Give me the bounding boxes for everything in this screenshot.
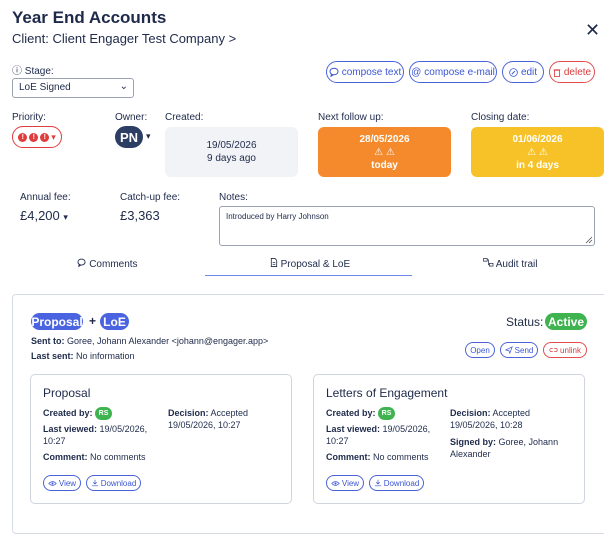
active-tab-indicator [205,275,412,276]
notes-textarea[interactable]: Introduced by Harry Johnson [219,206,595,246]
loe-download-button[interactable]: Download [369,475,424,491]
status-badge: Active [545,313,587,330]
edit-button[interactable]: edit [502,61,544,83]
document-icon [270,258,277,267]
owner-label: Owner: [115,112,148,123]
chevron-right-icon: > [228,31,237,46]
created-relative: 9 days ago [207,153,256,164]
client-prefix: Client: [12,31,49,46]
proposal-doc-title: Proposal [43,386,91,400]
proposal-comment: Comment: No comments [43,452,146,462]
client-link[interactable]: Client: Client Engager Test Company > [12,31,236,46]
proposal-tag: Proposal [31,313,83,330]
plus-sign: + [89,314,97,328]
tab-audit-trail[interactable]: Audit trail [470,258,550,270]
at-icon: @ [411,66,422,78]
priority-dot-icon: ! [18,132,28,142]
stage-select[interactable]: LoE Signed ⌄ [12,78,134,98]
next-follow-up-card[interactable]: 28/05/2026 ⚠ ⚠ today [318,127,451,177]
flow-icon [482,258,493,267]
tab-comments[interactable]: Comments [60,258,155,270]
download-icon [91,479,98,487]
creator-avatar: RS [95,407,113,420]
sent-to: Sent to: Goree, Johann Alexander <johann… [31,336,269,346]
priority-select[interactable]: ! ! ! ▾ [12,126,62,148]
warning-icon: ⚠ ⚠ [527,146,548,158]
proposal-last-viewed: Last viewed: 19/05/2026, 10:27 [43,424,148,446]
loe-signed-by: Signed by: Goree, Johann Alexander [450,437,559,459]
closing-date-card[interactable]: 01/06/2026 ⚠ ⚠ in 4 days [471,127,604,177]
notes-label: Notes: [219,192,248,203]
trash-icon [553,68,561,77]
created-date: 19/05/2026 [206,140,257,151]
chevron-down-icon: ⌄ [119,81,128,92]
priority-dot-icon: ! [29,132,39,142]
loe-last-viewed: Last viewed: 19/05/2026, 10:27 [326,424,431,446]
chevron-down-icon: ▾ [51,131,56,142]
closing-date-value: 01/06/2026 [512,133,563,145]
follow-up-date: 28/05/2026 [359,133,410,145]
send-button[interactable]: Send [500,342,538,358]
pencil-icon [509,67,518,77]
stage-label: ⓘ Stage: [12,66,54,77]
client-name: Client Engager Test Company [52,31,225,46]
download-icon [374,479,381,487]
eye-icon [48,480,57,486]
loe-decision: Decision: Accepted 19/05/2026, 10:28 [450,408,531,430]
annual-fee-label: Annual fee: [20,192,71,203]
follow-up-relative: today [371,159,398,171]
tab-proposal-loe[interactable]: Proposal & LoE [255,258,365,270]
annual-fee-value: £4,200 [20,208,60,223]
proposal-download-button[interactable]: Download [86,475,141,491]
loe-tag: LoE [100,313,129,330]
loe-view-button[interactable]: View [326,475,364,491]
created-label: Created: [165,112,204,123]
compose-email-button[interactable]: @ compose e-mail [409,61,497,83]
last-sent: Last sent: No information [31,351,135,361]
info-icon: ⓘ [12,66,22,77]
page-title: Year End Accounts [12,8,167,27]
catchup-fee-value: £3,363 [120,208,160,223]
close-icon[interactable]: ✕ [585,20,600,41]
send-icon [504,346,513,354]
eye-icon [331,480,340,486]
delete-button[interactable]: delete [549,61,595,83]
speech-bubble-icon [329,67,339,77]
owner-avatar[interactable]: PN [115,126,143,148]
chevron-down-icon[interactable]: ▾ [146,131,151,142]
priority-dot-icon: ! [40,132,50,142]
loe-comment: Comment: No comments [326,452,429,462]
priority-label: Priority: [12,112,46,123]
proposal-created-by: Created by: RS [43,407,113,420]
compose-text-button[interactable]: compose text [326,61,404,83]
next-follow-up-label: Next follow up: [318,112,384,123]
status-label: Status: [506,315,544,329]
created-card: 19/05/2026 9 days ago [165,127,298,177]
unlink-button[interactable]: unlink [543,342,587,358]
open-button[interactable]: Open [465,342,495,358]
closing-relative: in 4 days [516,159,559,171]
loe-created-by: Created by: RS [326,407,396,420]
catchup-fee-label: Catch-up fee: [120,192,181,203]
stage-value: LoE Signed [19,82,71,93]
loe-doc-title: Letters of Engagement [326,386,448,400]
proposal-view-button[interactable]: View [43,475,81,491]
warning-icon: ⚠ ⚠ [374,146,395,158]
chevron-down-icon: ▾ [63,212,68,222]
creator-avatar: RS [378,407,396,420]
proposal-decision: Decision: Accepted 19/05/2026, 10:27 [168,408,249,430]
closing-date-label: Closing date: [471,112,530,123]
unlink-icon [549,348,558,352]
annual-fee-select[interactable]: £4,200 ▾ [20,208,68,223]
resize-handle-icon[interactable] [585,236,593,244]
speech-bubble-icon [77,258,86,268]
